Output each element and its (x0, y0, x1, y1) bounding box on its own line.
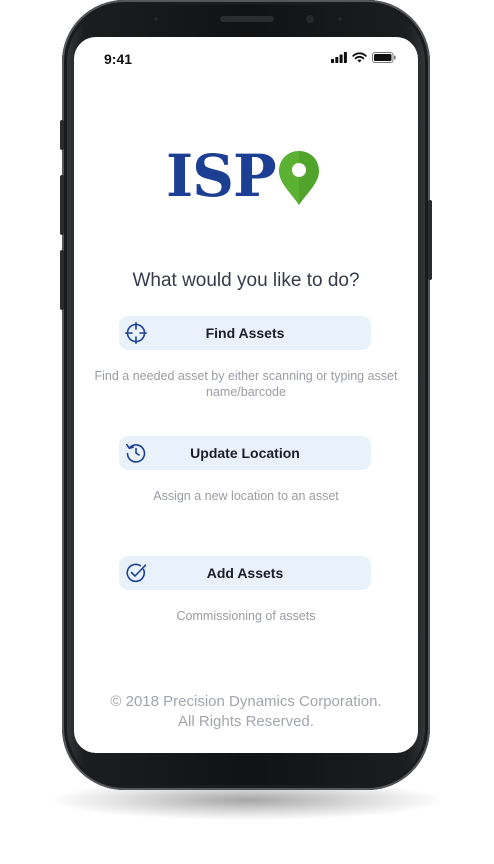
status-icons (331, 52, 396, 63)
front-camera-icon (304, 13, 316, 25)
wifi-icon (352, 52, 367, 63)
status-time: 9:41 (104, 51, 133, 67)
proximity-sensor-icon (336, 15, 344, 23)
power-button (428, 200, 432, 280)
logo-text: ISP (166, 142, 277, 210)
mute-switch (60, 120, 64, 150)
app-screen: 9:41 ISP What would you like to do? Find… (74, 37, 418, 753)
status-bar: 9:41 (74, 37, 418, 77)
battery-icon (372, 52, 396, 63)
volume-up-button (60, 175, 64, 235)
volume-down-button (60, 250, 64, 310)
sensor-icon (152, 15, 160, 23)
copyright-footer: © 2018 Precision Dynamics Corporation. A… (74, 692, 418, 732)
prompt-heading: What would you like to do? (132, 270, 360, 291)
add-assets-description: Commissioning of assets (176, 609, 316, 623)
location-pin-icon (278, 151, 319, 205)
signal-icon (331, 52, 347, 63)
earpiece-speaker (220, 16, 274, 22)
copyright-line-2: All Rights Reserved. (178, 713, 314, 730)
phone-frame: 9:41 ISP What would you like to do? Find… (60, 0, 432, 790)
find-assets-label: Find Assets (205, 325, 285, 341)
add-assets-button[interactable]: Add Assets (119, 556, 371, 590)
update-location-button[interactable]: Update Location (119, 436, 371, 470)
add-assets-label: Add Assets (206, 565, 284, 581)
find-assets-button[interactable]: Find Assets (119, 316, 371, 350)
isp-logo: ISP (166, 147, 320, 206)
update-location-label: Update Location (190, 445, 300, 461)
copyright-line-1: © 2018 Precision Dynamics Corporation. (110, 693, 382, 710)
update-location-description: Assign a new location to an asset (153, 489, 339, 503)
find-assets-description: Find a needed asset by either scanning o… (94, 369, 398, 399)
